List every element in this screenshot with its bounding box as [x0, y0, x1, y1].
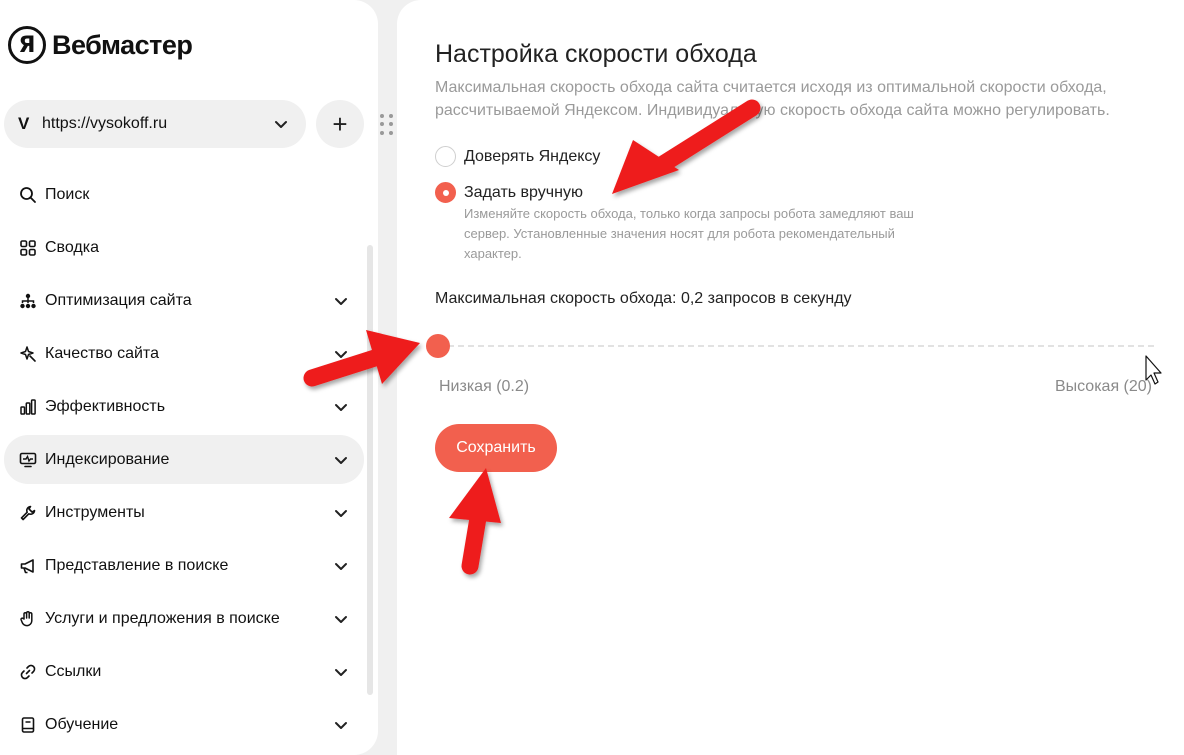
- site-selector[interactable]: V https://vysokoff.ru: [4, 100, 306, 148]
- chevron-down-icon[interactable]: [330, 555, 352, 577]
- slider-min-label: Низкая (0.2): [439, 378, 530, 395]
- sidebar-item[interactable]: Индексирование: [4, 435, 364, 484]
- radio-manual[interactable]: Задать вручную: [435, 182, 583, 203]
- radio-button-icon[interactable]: [435, 182, 456, 203]
- logo[interactable]: Я Вебмастер: [8, 26, 193, 64]
- sidebar: Я Вебмастер V https://vysokoff.ru + Поис…: [0, 0, 378, 755]
- crawl-speed-slider[interactable]: [426, 333, 1154, 359]
- book-icon: [18, 715, 38, 735]
- slider-thumb[interactable]: [426, 334, 450, 358]
- sidebar-item-label: Представление в поиске: [45, 556, 229, 574]
- sidebar-scrollbar[interactable]: [367, 245, 373, 695]
- sidebar-item[interactable]: Представление в поиске: [4, 541, 364, 590]
- sidebar-item[interactable]: Эффективность: [4, 382, 364, 431]
- bar-chart-icon: [18, 397, 38, 417]
- sitemap-icon: [18, 291, 38, 311]
- sidebar-item-label: Обучение: [45, 715, 119, 733]
- panel-resize-handle[interactable]: [380, 110, 394, 136]
- sidebar-item[interactable]: Услуги и предложения в поиске: [4, 594, 364, 643]
- grid-icon: [18, 238, 38, 258]
- page-description: Максимальная скорость обхода сайта счита…: [435, 79, 1110, 119]
- sidebar-nav: Поиск Сводка Оптимизация сайта Качество сай…: [4, 170, 364, 753]
- chevron-down-icon[interactable]: [330, 396, 352, 418]
- sidebar-item[interactable]: Сводка: [4, 223, 364, 272]
- chevron-down-icon[interactable]: [330, 502, 352, 524]
- speed-label: Максимальная скорость обхода: 0,2 запрос…: [435, 290, 852, 307]
- sidebar-item-label: Сводка: [45, 238, 100, 256]
- sidebar-item[interactable]: Поиск: [4, 170, 364, 219]
- radio-button-icon[interactable]: [435, 146, 456, 167]
- sidebar-item[interactable]: Оптимизация сайта: [4, 276, 364, 325]
- chevron-down-icon[interactable]: [330, 449, 352, 471]
- sparkle-icon: [18, 344, 38, 364]
- sidebar-item[interactable]: Обучение: [4, 700, 364, 749]
- app-title: Вебмастер: [52, 29, 193, 60]
- search-icon: [18, 185, 38, 205]
- sidebar-item-label: Услуги и предложения в поиске: [45, 609, 280, 627]
- slider-max-label: Высокая (20): [1054, 378, 1152, 395]
- sidebar-item[interactable]: Инструменты: [4, 488, 364, 537]
- hand-icon: [18, 609, 38, 629]
- sidebar-item-label: Ссылки: [45, 662, 102, 680]
- megaphone-icon: [18, 556, 38, 576]
- chevron-down-icon[interactable]: [330, 714, 352, 736]
- link-icon: [18, 662, 38, 682]
- radio-label: Доверять Яндексу: [464, 147, 601, 165]
- site-favicon-icon: V: [18, 114, 30, 133]
- crawl-speed-panel: Настройка скорости обхода Максимальная с…: [397, 0, 1184, 755]
- slider-track[interactable]: [438, 345, 1154, 347]
- page-title: Настройка скорости обхода: [435, 40, 757, 68]
- monitor-icon: [18, 450, 38, 470]
- save-button[interactable]: Сохранить: [435, 424, 557, 472]
- sidebar-item[interactable]: Качество сайта: [4, 329, 364, 378]
- sidebar-item-label: Эффективность: [45, 397, 166, 415]
- yandex-logo-icon: Я: [8, 26, 46, 64]
- add-site-button[interactable]: +: [316, 100, 364, 148]
- chevron-down-icon[interactable]: [330, 661, 352, 683]
- chevron-down-icon[interactable]: [330, 290, 352, 312]
- sidebar-item[interactable]: Ссылки: [4, 647, 364, 696]
- sidebar-item-label: Качество сайта: [45, 344, 159, 362]
- wrench-icon: [18, 503, 38, 523]
- site-url: https://vysokoff.ru: [42, 115, 168, 132]
- sidebar-item-label: Инструменты: [45, 503, 145, 521]
- radio-label: Задать вручную: [464, 183, 583, 201]
- chevron-down-icon: [270, 113, 292, 135]
- chevron-down-icon[interactable]: [330, 343, 352, 365]
- sidebar-item-label: Поиск: [45, 185, 90, 203]
- sidebar-item-label: Индексирование: [45, 450, 170, 468]
- manual-hint: Изменяйте скорость обхода, только когда …: [464, 206, 914, 261]
- radio-trust-yandex[interactable]: Доверять Яндексу: [435, 146, 600, 167]
- sidebar-item-label: Оптимизация сайта: [45, 291, 192, 309]
- chevron-down-icon[interactable]: [330, 608, 352, 630]
